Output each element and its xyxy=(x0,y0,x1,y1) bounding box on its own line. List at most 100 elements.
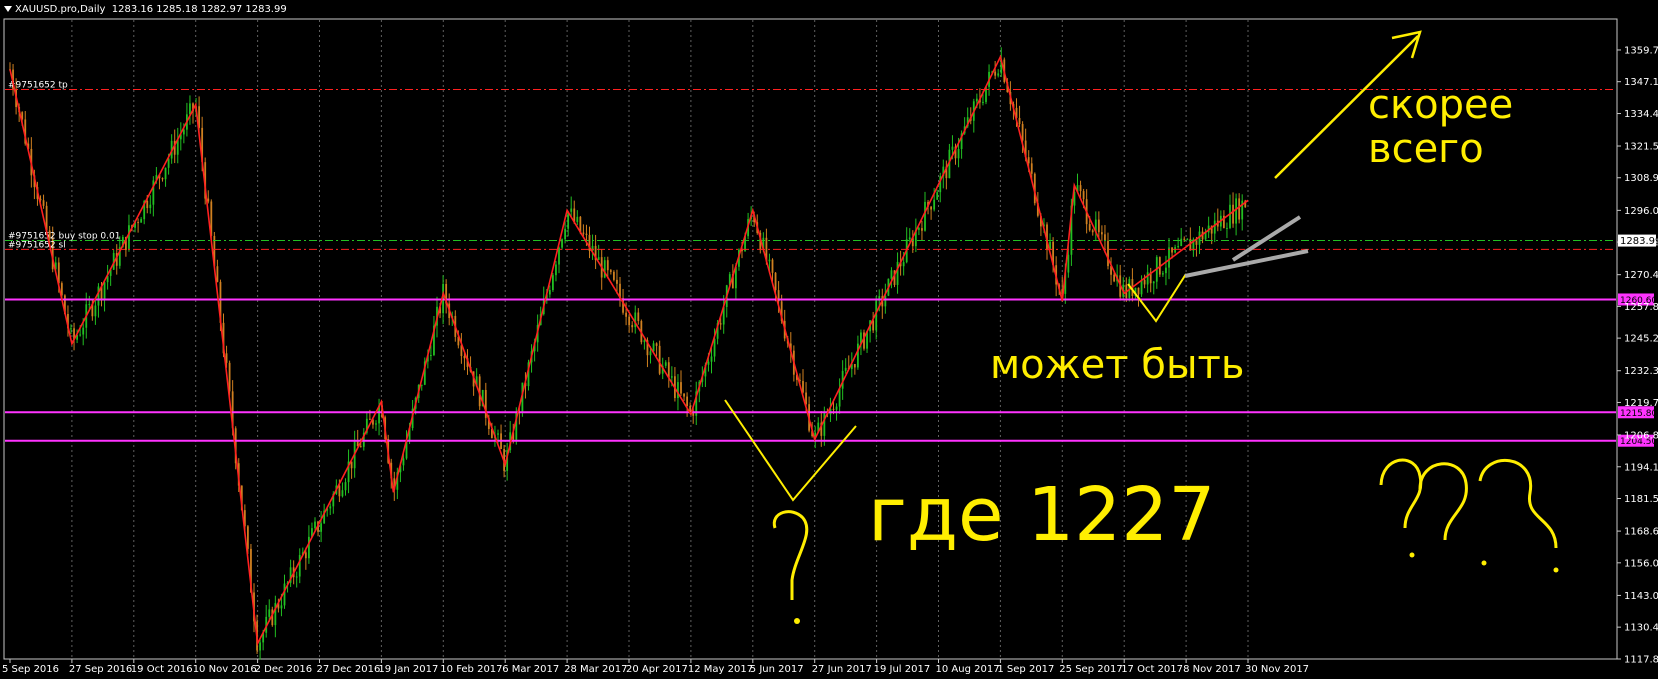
annotation-text: скорее всего может быть где 1227 xyxy=(868,82,1513,558)
candle-body xyxy=(1088,224,1091,231)
candle-body xyxy=(82,327,85,335)
candle-body xyxy=(1018,118,1021,125)
candle-body xyxy=(643,340,646,343)
x-tick-label: 1 Sep 2017 xyxy=(997,664,1054,675)
price-axis[interactable]: 1359.70 1347.10 1334.45 1321.55 1308.95 1296.… xyxy=(1617,45,1658,666)
candle-body xyxy=(719,323,722,325)
candle-body xyxy=(670,376,673,378)
candle-body xyxy=(375,423,377,425)
annotation-gde-1227: где 1227 xyxy=(868,472,1215,558)
candle-body xyxy=(710,356,713,362)
candle-body xyxy=(1186,238,1189,240)
question-mark-3-dot xyxy=(1481,560,1487,566)
candle-body xyxy=(430,355,432,357)
candle-body xyxy=(1226,227,1228,229)
candle-body xyxy=(1101,232,1103,235)
candle-body xyxy=(320,523,322,532)
candle-body xyxy=(832,408,835,410)
candle-body xyxy=(88,303,91,305)
candle-body xyxy=(308,536,310,559)
candle-body xyxy=(1213,220,1216,234)
candle-body xyxy=(463,355,466,359)
annotation-vsego: всего xyxy=(1368,126,1484,172)
time-axis[interactable]: 5 Sep 2016 27 Sep 201619 Oct 2016 10 Nov 2… xyxy=(2,659,1309,675)
candle-body xyxy=(1238,198,1241,220)
candle-body xyxy=(713,338,716,357)
candle-body xyxy=(975,98,978,102)
question-mark-1 xyxy=(772,510,809,600)
candle-body xyxy=(631,325,634,328)
candle-body xyxy=(652,343,655,352)
grey-trendline-lower xyxy=(1184,249,1309,278)
candle-body xyxy=(597,257,600,260)
candle-body xyxy=(1067,254,1070,273)
candle-body xyxy=(1165,267,1167,274)
y-tick-label: 1206.80 xyxy=(1624,430,1658,441)
candle-body xyxy=(902,262,905,267)
price-chart[interactable]: #9751652 tp#9751652 buy stop 0.01#975165… xyxy=(0,0,1658,679)
candle-body xyxy=(921,228,923,231)
candle-body xyxy=(835,406,838,410)
candle-body xyxy=(1091,230,1094,233)
order-level-label: #9751652 tp xyxy=(8,80,68,90)
y-tick-label: 1130.45 xyxy=(1624,623,1658,634)
candle-body xyxy=(1097,219,1100,233)
candle-body xyxy=(838,388,841,407)
candle-body xyxy=(844,367,847,371)
candle-body xyxy=(997,73,1000,76)
x-tick-label: 28 Mar 2017 xyxy=(564,664,627,675)
candle-body xyxy=(329,506,332,509)
candle-body xyxy=(1137,287,1140,295)
candle-body xyxy=(924,201,926,231)
candle-body xyxy=(146,200,149,209)
candle-body xyxy=(164,167,167,180)
y-tick-label: 1270.45 xyxy=(1624,270,1658,281)
x-tick-label: 10 Nov 2016 xyxy=(193,664,257,675)
y-tick-label: 1181.55 xyxy=(1624,494,1658,505)
candle-body xyxy=(552,275,554,291)
candle-body xyxy=(228,362,231,392)
y-tick-label: 1245.25 xyxy=(1624,334,1658,345)
candle-body xyxy=(768,259,771,262)
x-tick-label: 25 Sep 2017 xyxy=(1059,664,1122,675)
candle-body xyxy=(564,228,566,240)
y-tick-label: 1359.70 xyxy=(1624,45,1658,56)
x-tick-label: 30 Nov 2017 xyxy=(1245,664,1309,675)
annotation-mozhet-byt: может быть xyxy=(990,342,1244,388)
x-tick-label: 27 Jun 2017 xyxy=(812,664,872,675)
x-tick-label: 20 Apr 2017 xyxy=(626,664,688,675)
candle-body xyxy=(42,200,45,206)
y-tick-label: 1296.00 xyxy=(1624,206,1658,217)
candle-body xyxy=(268,609,271,617)
x-tick-label: 12 May 2017 xyxy=(688,664,753,675)
x-tick-label: 27 Dec 2016 xyxy=(317,664,381,675)
candle-body xyxy=(97,286,100,306)
x-tick-label: 5 Sep 2016 xyxy=(2,664,59,675)
y-tick-label: 1232.30 xyxy=(1624,366,1658,377)
candle-body xyxy=(823,411,826,436)
y-tick-label: 1194.15 xyxy=(1624,462,1658,473)
candle-body xyxy=(137,222,139,224)
x-tick-label: 10 Aug 2017 xyxy=(936,664,1000,675)
candle-body xyxy=(613,271,615,280)
y-tick-label: 1117.80 xyxy=(1624,655,1658,666)
candle-body xyxy=(994,71,997,76)
candle-body xyxy=(933,199,936,210)
candle-body xyxy=(128,225,130,250)
question-mark-4-dot xyxy=(1553,567,1559,573)
candle-body xyxy=(896,261,899,285)
candle-body xyxy=(555,264,557,276)
candle-body xyxy=(686,396,688,407)
candle-body xyxy=(936,192,939,200)
candle-body xyxy=(79,334,82,336)
candle-body xyxy=(625,312,627,317)
candle-body xyxy=(140,219,143,223)
candle-body xyxy=(930,206,932,210)
candle-body xyxy=(341,490,344,497)
candle-body xyxy=(1168,247,1170,268)
y-tick-label: 1219.70 xyxy=(1624,398,1658,409)
candle-body xyxy=(707,361,710,365)
y-tick-label: 1321.55 xyxy=(1624,142,1658,153)
candle-body xyxy=(1232,204,1234,224)
candle-body xyxy=(1079,185,1082,192)
